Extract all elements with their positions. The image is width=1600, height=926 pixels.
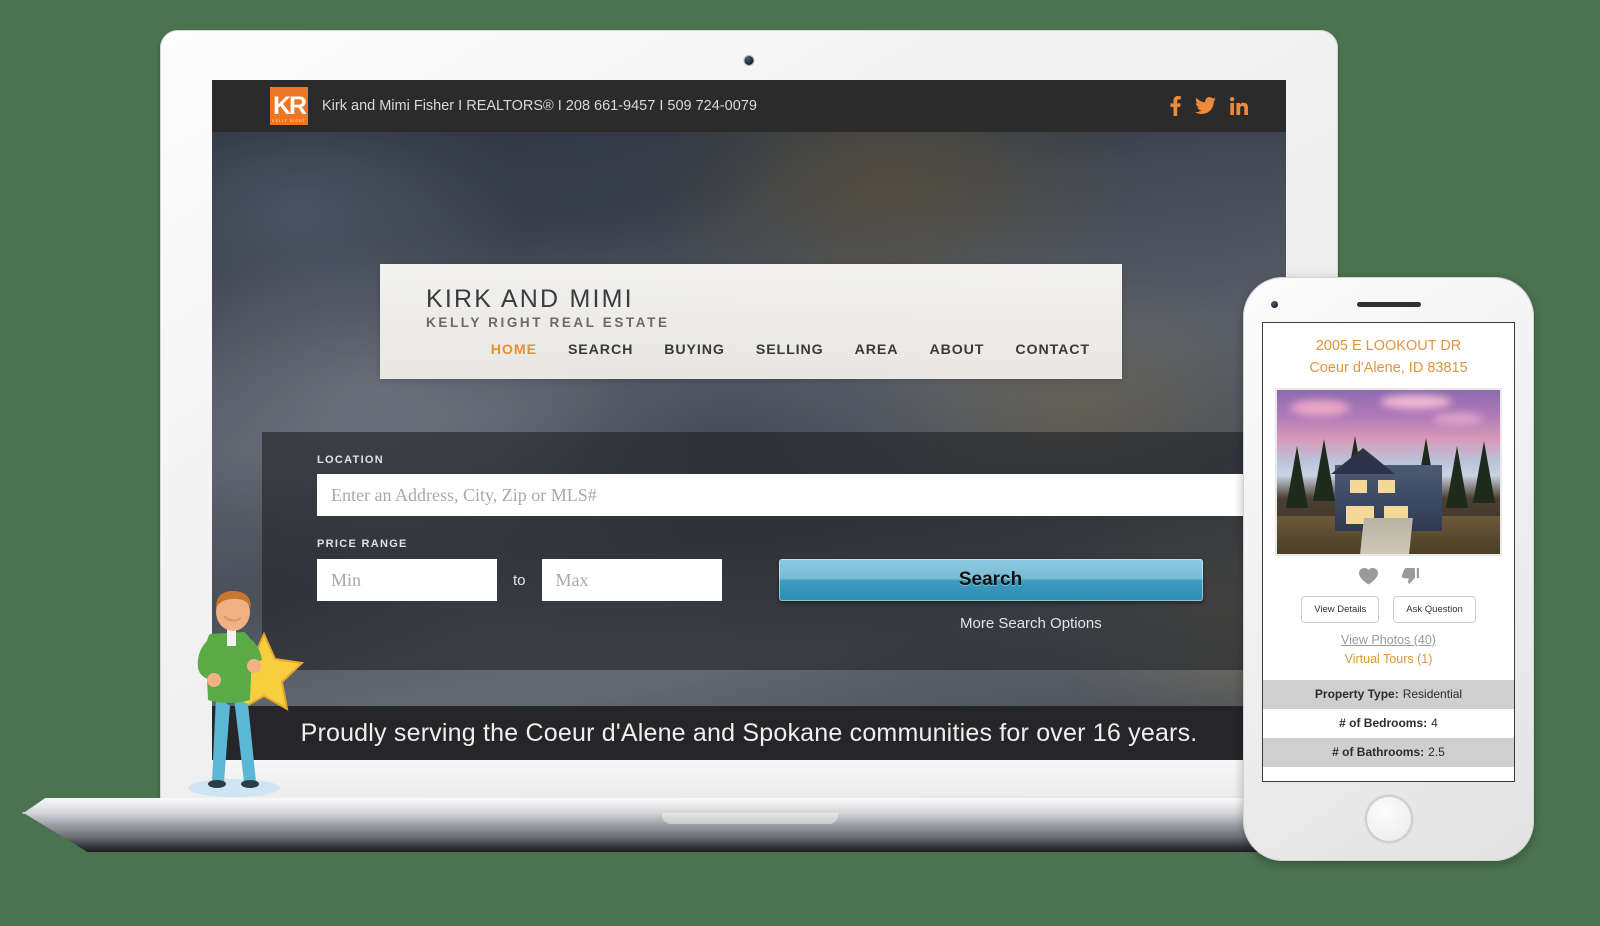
max-price-input[interactable]: [541, 559, 722, 601]
nav-item-buying[interactable]: BUYING: [664, 342, 725, 358]
detail-label: # of Bathrooms:: [1332, 745, 1425, 760]
laptop-screen: KR KELLY RIGHT Kirk and Mimi Fisher I RE…: [212, 80, 1286, 760]
laptop-base-notch: [661, 813, 838, 824]
min-price-input[interactable]: [317, 559, 497, 601]
property-search-panel: LOCATION PRICE RANGE to Search: [262, 432, 1286, 670]
hero-section: KIRK AND MIMI KELLY RIGHT REAL ESTATE HO…: [212, 132, 1286, 706]
thumbs-down-icon[interactable]: [1401, 567, 1419, 585]
phone-mockup: 2005 E LOOKOUT DR Coeur d'Alene, ID 8381…: [1243, 277, 1534, 861]
detail-label: Property Type:: [1314, 687, 1399, 702]
max-price-wrap: [541, 559, 722, 601]
laptop-bottom-bezel: [212, 760, 1286, 796]
nav-item-about[interactable]: ABOUT: [929, 342, 984, 358]
table-row: # of Bathrooms: 2.5: [1263, 737, 1514, 767]
laptop-mockup: KR KELLY RIGHT Kirk and Mimi Fisher I RE…: [22, 30, 1477, 852]
virtual-tours-link[interactable]: Virtual Tours (1): [1263, 652, 1514, 666]
view-details-button[interactable]: View Details: [1301, 595, 1380, 623]
listing-action-buttons: View Details Ask Question: [1263, 595, 1514, 623]
detail-value: 2.5: [1428, 745, 1445, 760]
location-field-wrap: [317, 474, 1269, 516]
price-to-label: to: [513, 571, 526, 589]
brand-subtitle: KELLY RIGHT REAL ESTATE: [426, 315, 670, 331]
listing-detail-rows: Property Type: Residential # of Bedrooms…: [1263, 679, 1514, 767]
listing-photo[interactable]: [1275, 387, 1502, 556]
detail-value: 4: [1431, 716, 1438, 731]
detail-value: Residential: [1402, 687, 1463, 702]
phone-camera-icon: [1271, 301, 1278, 308]
phone-screen: 2005 E LOOKOUT DR Coeur d'Alene, ID 8381…: [1262, 322, 1515, 782]
listing-reactions: [1263, 567, 1514, 585]
location-label: LOCATION: [317, 454, 385, 466]
price-range-row: to Search: [317, 559, 1286, 601]
tagline-text: Proudly serving the Coeur d'Alene and Sp…: [300, 718, 1198, 747]
view-photos-link[interactable]: View Photos (40): [1263, 633, 1514, 647]
phone-speaker-grille: [1356, 302, 1421, 307]
main-navigation: HOME SEARCH BUYING SELLING AREA ABOUT CO…: [426, 342, 1094, 358]
social-links: [1170, 96, 1248, 116]
kr-logo-icon[interactable]: KR KELLY RIGHT: [270, 87, 308, 125]
listing-address: 2005 E LOOKOUT DR Coeur d'Alene, ID 8381…: [1263, 323, 1514, 380]
brand-nav-card: KIRK AND MIMI KELLY RIGHT REAL ESTATE HO…: [380, 264, 1122, 379]
person-holding-star-icon: [188, 591, 305, 797]
logo-subtext: KELLY RIGHT: [272, 119, 306, 123]
site-topbar: KR KELLY RIGHT Kirk and Mimi Fisher I RE…: [212, 80, 1286, 132]
listing-photo-driveway: [1359, 517, 1413, 554]
mascot-illustration: [178, 586, 306, 798]
listing-photo-wrap: [1263, 380, 1514, 556]
listing-photo-roof: [1330, 447, 1395, 474]
search-button[interactable]: Search: [778, 559, 1203, 601]
listing-address-line2: Coeur d'Alene, ID 83815: [1309, 360, 1468, 377]
table-row: # of Bedrooms: 4: [1263, 708, 1514, 738]
location-input[interactable]: [317, 474, 1269, 516]
nav-item-home[interactable]: HOME: [491, 342, 537, 358]
nav-item-area[interactable]: AREA: [855, 342, 899, 358]
nav-item-search[interactable]: SEARCH: [568, 342, 633, 358]
facebook-icon[interactable]: [1170, 96, 1181, 116]
tagline-banner: Proudly serving the Coeur d'Alene and Sp…: [212, 706, 1286, 760]
listing-address-line1: 2005 E LOOKOUT DR: [1315, 338, 1462, 354]
nav-item-contact[interactable]: CONTACT: [1015, 342, 1090, 358]
page-title: KIRK AND MIMI: [426, 285, 634, 313]
min-price-wrap: [317, 559, 497, 601]
logo-letters: KR: [272, 91, 307, 120]
twitter-icon[interactable]: [1195, 97, 1216, 115]
detail-label: # of Bedrooms:: [1339, 716, 1428, 731]
heart-icon[interactable]: [1358, 567, 1378, 585]
phone-home-button[interactable]: [1364, 795, 1413, 843]
price-range-label: PRICE RANGE: [317, 538, 408, 550]
website-viewport: KR KELLY RIGHT Kirk and Mimi Fisher I RE…: [212, 80, 1286, 760]
table-row: Property Type: Residential: [1263, 679, 1514, 709]
nav-item-selling[interactable]: SELLING: [756, 342, 824, 358]
laptop-webcam-icon: [744, 56, 754, 65]
more-search-options-link[interactable]: More Search Options: [960, 615, 1102, 632]
linkedin-icon[interactable]: [1230, 97, 1248, 115]
contact-line: Kirk and Mimi Fisher I REALTORS® I 208 6…: [322, 98, 757, 114]
ask-question-button[interactable]: Ask Question: [1393, 595, 1476, 623]
